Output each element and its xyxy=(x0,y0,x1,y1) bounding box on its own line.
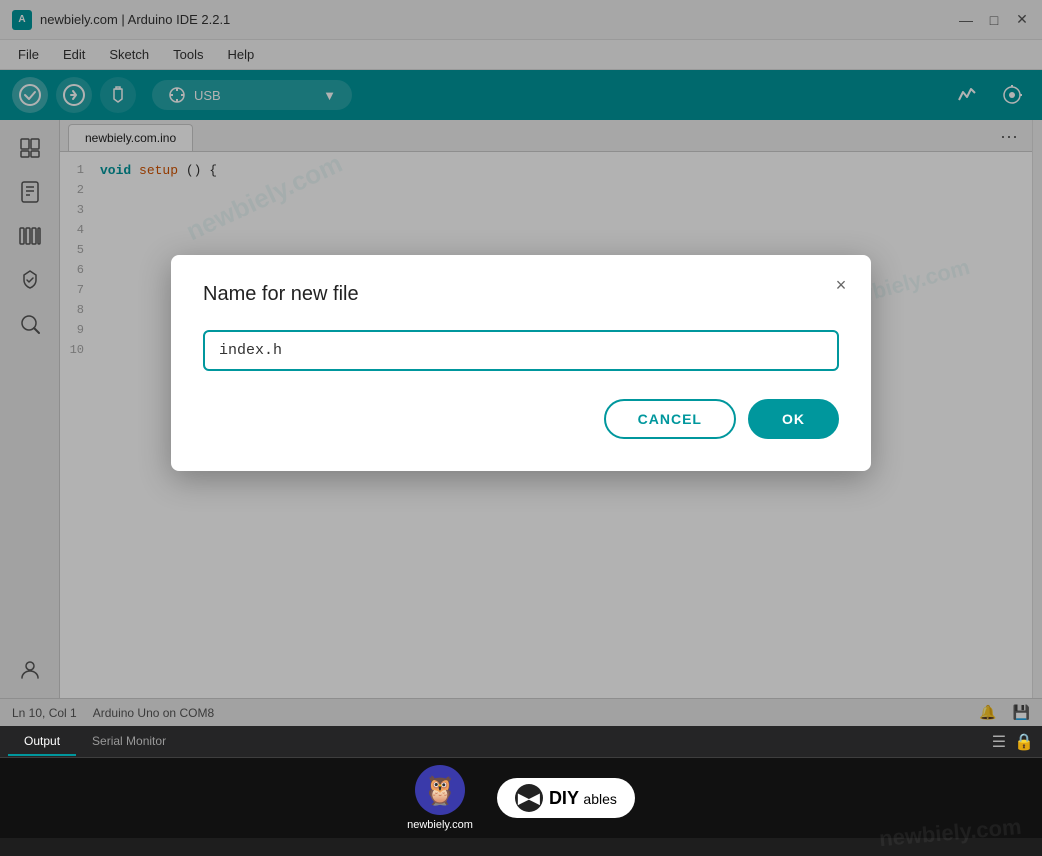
bottom-content: 🦉 newbiely.com ▶◀ DIY ables newbiely.com xyxy=(0,758,1042,856)
cancel-button[interactable]: CANCEL xyxy=(604,399,736,439)
dialog-close-button[interactable]: × xyxy=(827,271,855,299)
dialog-buttons: CANCEL OK xyxy=(203,399,839,439)
dialog-overlay: Name for new file × CANCEL OK xyxy=(0,0,1042,726)
newbiely-logo: 🦉 newbiely.com xyxy=(407,765,473,831)
bottom-tabs: Output Serial Monitor ☰ 🔒 xyxy=(0,726,1042,758)
dialog: Name for new file × CANCEL OK xyxy=(171,255,871,471)
bottom-menu-icon[interactable]: ☰ xyxy=(992,732,1006,752)
filename-input[interactable] xyxy=(203,330,839,371)
bottom-lock-icon[interactable]: 🔒 xyxy=(1014,732,1034,752)
bottom-tab-output[interactable]: Output xyxy=(8,728,76,756)
dialog-title: Name for new file xyxy=(203,283,839,306)
diy-logo-icon: ▶◀ xyxy=(515,784,543,812)
bottom-tab-icons: ☰ 🔒 xyxy=(992,732,1034,752)
owl-icon: 🦉 xyxy=(415,765,465,815)
newbiely-text: newbiely.com xyxy=(407,819,473,831)
bottom-panel: Output Serial Monitor ☰ 🔒 🦉 newbiely.com… xyxy=(0,726,1042,856)
ok-button[interactable]: OK xyxy=(748,399,839,439)
diy-logo: ▶◀ DIY ables xyxy=(497,778,635,818)
diy-logo-text: DIY ables xyxy=(549,788,617,809)
bottom-tab-serial-monitor[interactable]: Serial Monitor xyxy=(76,728,182,756)
